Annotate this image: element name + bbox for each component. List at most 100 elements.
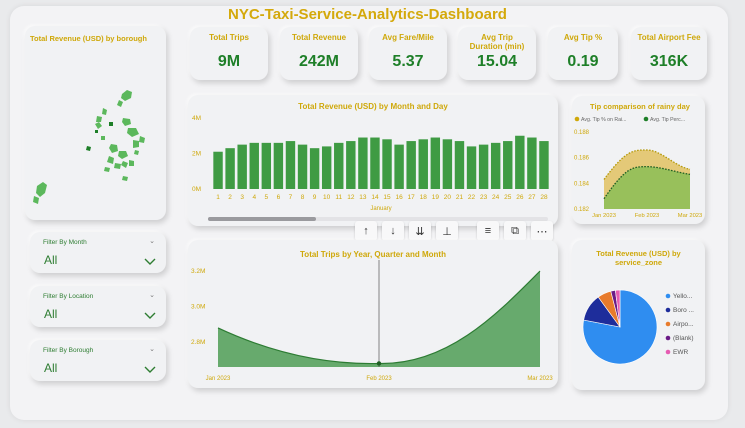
focus-mode-icon[interactable]: ⧉	[504, 221, 526, 241]
legend-label: Boro ...	[673, 307, 694, 314]
legend-marker	[665, 293, 671, 299]
map-shape-brooklyn-2	[118, 151, 128, 159]
y-tick-label: 0.186	[574, 156, 590, 162]
chevron-down-icon[interactable]	[144, 366, 156, 374]
x-tick-label: 26	[516, 194, 524, 201]
legend-marker	[643, 116, 649, 122]
fork-icon[interactable]: ⊥	[436, 221, 458, 241]
y-tick-label: 0M	[192, 186, 201, 193]
map-shape-manhattan-3	[95, 122, 102, 129]
bar	[225, 148, 235, 189]
visual-toolbar-right: ≡ ⧉ ⋯	[477, 221, 553, 241]
y-tick-label: 0.182	[574, 207, 590, 213]
filter-value[interactable]: All	[44, 307, 57, 321]
bar	[418, 139, 428, 189]
map-shape-bronx	[121, 90, 132, 101]
bar	[370, 137, 380, 189]
chevron-down-icon[interactable]	[144, 258, 156, 266]
y-tick-label: 0.184	[574, 181, 590, 187]
borough-map-card[interactable]: Total Revenue (USD) by borough	[25, 26, 166, 220]
x-tick-label: Jan 2023	[206, 376, 231, 382]
bar	[430, 137, 441, 189]
filter-icon[interactable]: ≡	[477, 221, 499, 241]
service-zone-pie-card[interactable]: Total Revenue (USD) by service_zone Yell…	[572, 240, 705, 390]
dashboard-title: NYC-Taxi-Service-Analytics-Dashboard	[228, 6, 507, 23]
kpi-card-avg-fare-mile[interactable]: Avg Fare/Mile 5.37	[369, 27, 447, 80]
bar	[273, 142, 284, 189]
bar	[358, 137, 368, 189]
rainy-tip-chart[interactable]: Tip comparison of rainy day Avg. Tip % o…	[572, 96, 705, 224]
x-tick-label: Mar 2023	[678, 213, 703, 219]
map-shape-brooklyn-4	[114, 163, 121, 169]
chevron-small-icon[interactable]: ⌄	[149, 291, 155, 299]
bar	[539, 141, 549, 189]
map-shape-queens-6	[134, 150, 139, 155]
legend-label: Avg. Tip Perc...	[650, 117, 685, 123]
bar	[213, 151, 223, 189]
chevron-down-icon[interactable]	[144, 312, 156, 320]
x-tick-label: 17	[408, 194, 416, 201]
x-tick-label: 7	[289, 194, 293, 201]
filter-month-slicer[interactable]: Filter By Month ⌄ All	[30, 232, 166, 273]
filter-borough-slicer[interactable]: Filter By Borough ⌄ All	[30, 340, 166, 381]
bar	[321, 146, 332, 189]
filter-value[interactable]: All	[44, 361, 57, 375]
trips-by-month-chart[interactable]: Total Trips by Year, Quarter and Month 3…	[188, 240, 558, 388]
x-tick-label: 9	[313, 194, 317, 201]
x-tick-label: Jan 2023	[592, 213, 616, 219]
x-tick-label: 27	[528, 194, 536, 201]
kpi-card-total-trips[interactable]: Total Trips 9M	[190, 27, 268, 80]
kpi-label: Avg Trip Duration (min)	[469, 33, 525, 51]
x-tick-label: 28	[540, 194, 548, 201]
bar	[334, 142, 344, 189]
visual-toolbar-left: ↑ ↓ ⇊ ⊥	[355, 221, 458, 241]
bar	[297, 144, 308, 189]
kpi-card-total-revenue[interactable]: Total Revenue 242M	[280, 27, 358, 80]
x-tick-label: 12	[347, 194, 355, 201]
double-arrow-down-icon[interactable]: ⇊	[409, 221, 431, 241]
rainy-tip-chart-card[interactable]: Tip comparison of rainy day Avg. Tip % o…	[572, 96, 705, 224]
service-zone-pie-chart[interactable]: Yello... Boro ... Airpo... (Blank) EWR	[572, 280, 705, 390]
kpi-label: Total Revenue	[291, 33, 347, 42]
map-shape-staten-2	[33, 196, 39, 204]
kpi-card-total-airport-fee[interactable]: Total Airport Fee 316K	[631, 27, 707, 80]
map-shape-queens-1	[122, 118, 131, 126]
map-shape-dark-2	[86, 146, 91, 151]
bar	[406, 141, 416, 189]
x-tick-label: Feb 2023	[366, 376, 392, 382]
map-shape-dark-1	[109, 122, 113, 126]
kpi-value: 242M	[298, 53, 340, 70]
map-shape-small-1	[101, 136, 105, 140]
trips-by-month-chart-card[interactable]: Total Trips by Year, Quarter and Month 3…	[188, 240, 558, 388]
bar	[503, 141, 513, 189]
filter-label: Filter By Location	[43, 293, 94, 300]
x-tick-label: 1	[216, 194, 220, 201]
x-tick-label: 20	[444, 194, 452, 201]
kpi-card-avg-trip-duration[interactable]: Avg Trip Duration (min) 15.04	[458, 27, 536, 80]
arrow-up-icon[interactable]: ↑	[355, 221, 377, 241]
chevron-small-icon[interactable]: ⌄	[149, 345, 155, 353]
kpi-card-avg-tip[interactable]: Avg Tip % 0.19	[548, 27, 618, 80]
y-tick-label: 3.0M	[191, 304, 205, 311]
revenue-by-day-chart-card[interactable]: Total Revenue (USD) by Month and Day Jan…	[188, 95, 558, 226]
filter-location-slicer[interactable]: Filter By Location ⌄ All	[30, 286, 166, 327]
bar	[466, 146, 477, 189]
arrow-down-icon[interactable]: ↓	[382, 221, 404, 241]
bar	[394, 144, 404, 189]
borough-map[interactable]	[25, 48, 166, 218]
bar	[490, 142, 501, 189]
x-tick-label: Feb 2023	[635, 213, 660, 219]
filter-value[interactable]: All	[44, 253, 57, 267]
x-tick-label: 14	[371, 194, 379, 201]
bar	[346, 141, 356, 189]
x-tick-label: 25	[504, 194, 512, 201]
x-tick-label: 13	[359, 194, 367, 201]
kpi-value: 5.37	[392, 53, 424, 70]
x-tick-label: 11	[335, 194, 342, 201]
horizontal-scrollbar-thumb	[208, 217, 316, 221]
more-options-icon[interactable]: ⋯	[531, 221, 553, 241]
revenue-by-day-chart[interactable]: Total Revenue (USD) by Month and Day Jan…	[188, 95, 558, 226]
bar	[478, 144, 489, 189]
filter-label: Filter By Borough	[43, 347, 94, 354]
chevron-small-icon[interactable]: ⌄	[149, 237, 155, 245]
